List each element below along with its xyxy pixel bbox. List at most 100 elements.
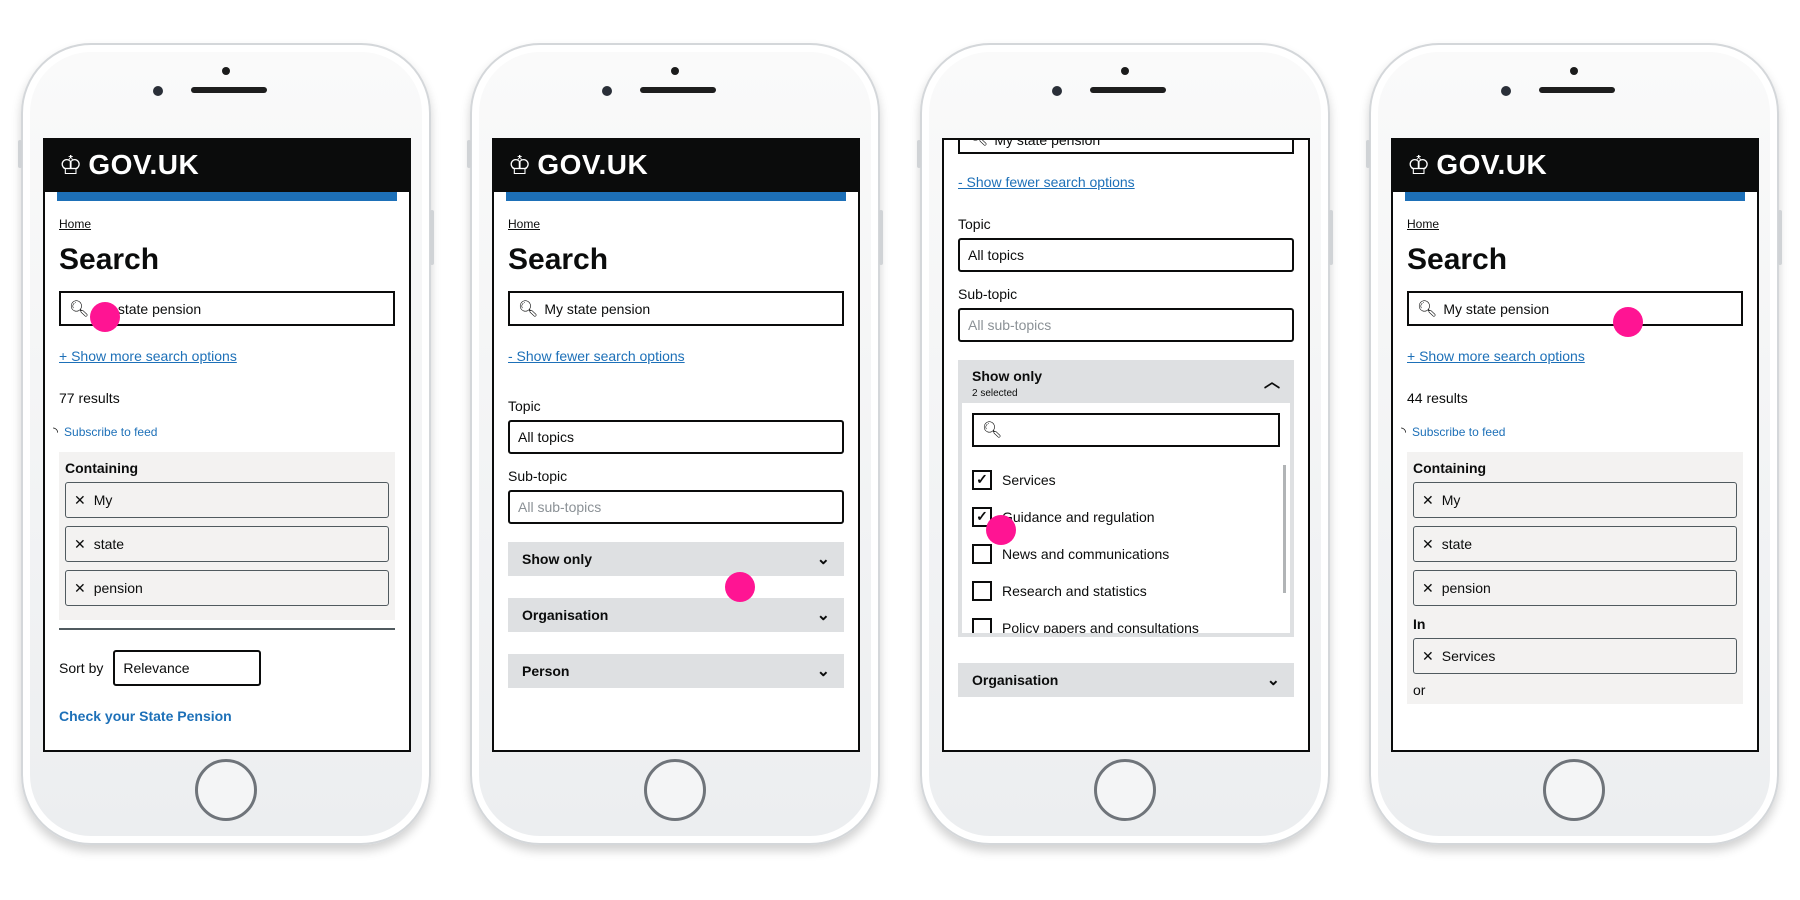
close-icon: ✕ <box>1422 535 1434 552</box>
topic-label: Topic <box>958 216 991 232</box>
sensor-icon <box>1501 86 1511 96</box>
option-label: Policy papers and consultations <box>1002 619 1199 634</box>
subtopic-label: Sub-topic <box>958 286 1018 302</box>
accordion-label: Organisation <box>522 607 609 623</box>
search-input[interactable]: 🔍︎ My state pension <box>508 291 844 326</box>
subscribe-feed-link[interactable]: ◝ Subscribe to feed <box>1401 424 1743 440</box>
rss-icon: ◝ <box>1401 424 1407 439</box>
govuk-logo[interactable]: ♔ GOV.UK <box>508 149 649 181</box>
facet-tag[interactable]: ✕ state <box>1413 526 1737 562</box>
search-input[interactable]: 🔍︎ My state pension <box>958 138 1294 154</box>
breadcrumb-home[interactable]: Home <box>59 217 395 231</box>
show-only-header[interactable]: Show only 2 selected ︿ <box>962 360 1290 403</box>
facet-tag[interactable]: ✕ Services <box>1413 638 1737 674</box>
brand-name: GOV.UK <box>537 149 649 180</box>
phone-1: ♔ GOV.UK Home Search 🔍︎ My state pension… <box>18 43 434 845</box>
chevron-down-icon: ⌄ <box>816 607 830 624</box>
search-icon: 🔍︎ <box>69 300 90 318</box>
sort-row: Sort by Relevance <box>59 650 395 686</box>
chevron-up-icon: ︿ <box>1263 374 1280 391</box>
accordion-person[interactable]: Person ⌄ <box>508 654 844 688</box>
accordion-organisation[interactable]: Organisation ⌄ <box>508 598 844 632</box>
phone-4: ♔ GOV.UK Home Search 🔍︎ My state pension… <box>1366 43 1782 845</box>
speaker-icon <box>1090 87 1166 93</box>
screen-2: ♔ GOV.UK Home Search 🔍︎ My state pension… <box>492 138 860 752</box>
close-icon: ✕ <box>74 535 86 552</box>
breadcrumb-home[interactable]: Home <box>1407 217 1743 231</box>
show-fewer-options-link[interactable]: - Show fewer search options <box>508 348 844 364</box>
show-only-title: Show only <box>972 368 1042 384</box>
accordion-label: Show only <box>522 551 592 567</box>
search-query: My state pension <box>1443 300 1550 317</box>
topic-select[interactable]: All topics <box>508 420 844 454</box>
govuk-header: ♔ GOV.UK <box>45 140 409 192</box>
checkbox-option[interactable]: News and communications <box>972 535 1280 572</box>
brand-name: GOV.UK <box>1436 149 1548 180</box>
checkbox-empty-icon <box>972 543 992 564</box>
home-button[interactable] <box>195 759 257 821</box>
search-icon: 🔍︎ <box>1417 300 1438 318</box>
option-label: Services <box>1002 471 1056 488</box>
camera-icon <box>671 67 679 75</box>
subtopic-select[interactable]: All sub-topics <box>508 490 844 524</box>
screen-4: ♔ GOV.UK Home Search 🔍︎ My state pension… <box>1391 138 1759 752</box>
govuk-logo[interactable]: ♔ GOV.UK <box>59 150 199 181</box>
govuk-logo[interactable]: ♔ GOV.UK <box>1407 149 1548 181</box>
option-label: News and communications <box>1002 545 1170 562</box>
search-query: My state pension <box>994 138 1101 148</box>
results-count: 77 results <box>59 390 120 406</box>
subtopic-select[interactable]: All sub-topics <box>958 308 1294 342</box>
camera-icon <box>1570 67 1578 75</box>
facet-tag[interactable]: ✕ My <box>65 482 389 518</box>
sensor-icon <box>153 86 163 96</box>
close-icon: ✕ <box>1422 647 1434 664</box>
tag-label: state <box>1441 536 1473 552</box>
facet-containing: Containing ✕ My ✕ state ✕ pension <box>59 452 395 620</box>
header-blue-bar <box>506 192 846 201</box>
filter-search-input[interactable]: 🔍︎ <box>972 413 1280 447</box>
page-title: Search <box>59 243 160 276</box>
home-button[interactable] <box>644 759 706 821</box>
speaker-icon <box>191 87 267 93</box>
checkbox-option[interactable]: ✓ Services <box>972 461 1280 498</box>
sort-select[interactable]: Relevance <box>113 650 262 686</box>
option-label: Research and statistics <box>1002 582 1147 599</box>
sensor-icon <box>1052 86 1062 96</box>
facet-in-label: In <box>1413 616 1426 632</box>
checkbox-option[interactable]: Research and statistics <box>972 572 1280 609</box>
tap-indicator <box>1613 307 1643 337</box>
camera-icon <box>1121 67 1129 75</box>
checkbox-option[interactable]: ✓ Guidance and regulation <box>972 498 1280 535</box>
subtopic-label: Sub-topic <box>508 468 568 484</box>
selected-count: 2 selected <box>972 388 1018 399</box>
show-fewer-options-link[interactable]: - Show fewer search options <box>958 174 1294 190</box>
facet-tag[interactable]: ✕ state <box>65 526 389 562</box>
accordion-organisation[interactable]: Organisation ⌄ <box>958 663 1294 697</box>
accordion-show-only[interactable]: Show only ⌄ <box>508 542 844 576</box>
speaker-icon <box>1539 87 1615 93</box>
topic-select[interactable]: All topics <box>958 238 1294 272</box>
home-button[interactable] <box>1094 759 1156 821</box>
search-query: My state pension <box>544 300 651 317</box>
facet-label: Containing <box>65 460 139 476</box>
search-input[interactable]: 🔍︎ My state pension <box>1407 291 1743 326</box>
scrollbar[interactable] <box>1283 465 1286 593</box>
facet-tag[interactable]: ✕ pension <box>1413 570 1737 606</box>
facet-tag[interactable]: ✕ My <box>1413 482 1737 518</box>
home-button[interactable] <box>1543 759 1605 821</box>
option-label: Guidance and regulation <box>1002 508 1155 525</box>
page-title: Search <box>508 243 609 276</box>
checkbox-empty-icon <box>972 617 992 633</box>
close-icon: ✕ <box>74 491 86 508</box>
result-link[interactable]: Check your State Pension <box>59 708 395 724</box>
show-more-options-link[interactable]: + Show more search options <box>1407 348 1743 364</box>
govuk-header: ♔ GOV.UK <box>494 140 858 192</box>
crown-icon: ♔ <box>1407 150 1431 180</box>
facet-tag[interactable]: ✕ pension <box>65 570 389 606</box>
subscribe-feed-link[interactable]: ◝ Subscribe to feed <box>53 424 395 440</box>
tap-indicator <box>986 515 1016 545</box>
breadcrumb-home[interactable]: Home <box>508 217 844 231</box>
show-more-options-link[interactable]: + Show more search options <box>59 348 395 364</box>
checkbox-option[interactable]: Policy papers and consultations <box>972 609 1280 633</box>
tag-label: pension <box>93 580 143 596</box>
